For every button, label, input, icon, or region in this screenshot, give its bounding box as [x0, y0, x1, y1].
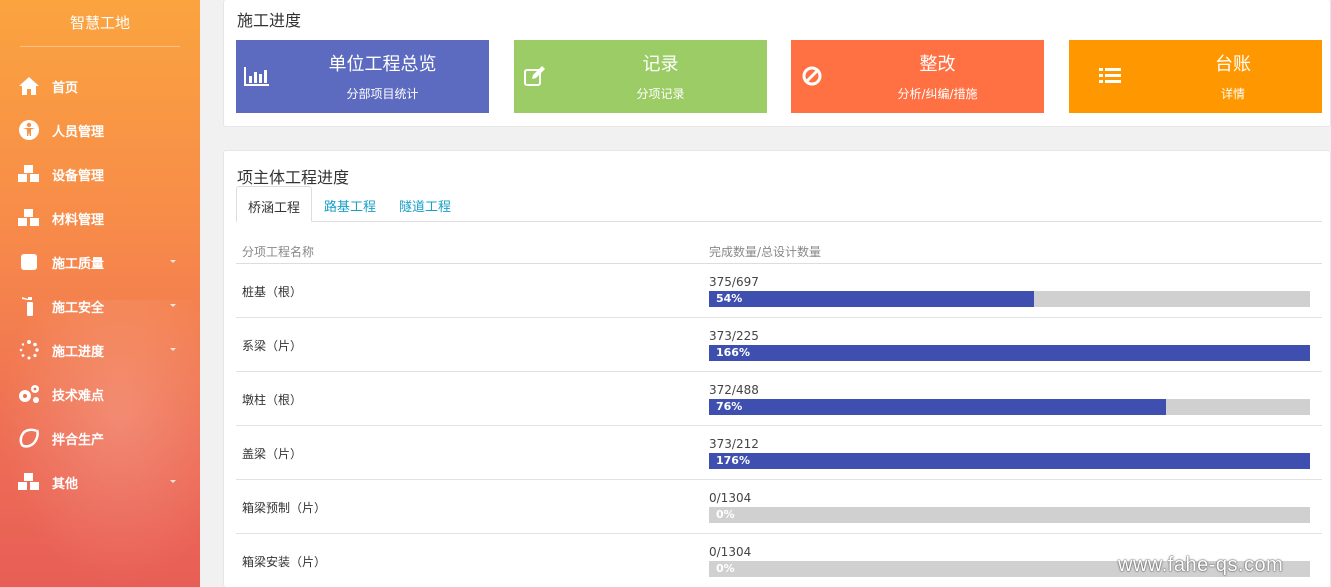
progress-percent-label: 54%	[716, 292, 743, 305]
progress-bar: 54%	[709, 291, 1310, 307]
sidebar-item-label: 拌合生产	[52, 432, 105, 448]
tab-subgrade[interactable]: 路基工程	[324, 186, 376, 222]
card-ledger[interactable]: 台账 详情	[1069, 40, 1322, 113]
sidebar-item-label: 施工质量	[52, 256, 105, 272]
sidebar-item-label: 设备管理	[52, 168, 105, 184]
card-title: 整改	[919, 54, 956, 75]
sidebar-menu: 首页 人员管理 设备管理 材料管理 施工质量 施工安全 施工进度 技术难点 拌合…	[0, 64, 200, 504]
sidebar-item-home[interactable]: 首页	[0, 64, 200, 108]
table-row: 箱梁预制（片） 0/1304 0%	[236, 480, 1322, 534]
list-icon	[1097, 64, 1123, 88]
sidebar-item-label: 施工进度	[52, 344, 105, 360]
chevron-down-icon	[170, 260, 176, 263]
tab-bridge-culvert[interactable]: 桥涵工程	[236, 186, 313, 222]
chevron-down-icon	[170, 348, 176, 351]
progress-fill	[709, 453, 1310, 469]
bar-chart-icon	[244, 64, 270, 88]
fire-extinguisher-icon	[16, 295, 42, 317]
progress-percent-label: 166%	[716, 346, 750, 359]
sidebar-item-quality[interactable]: 施工质量	[0, 240, 200, 284]
sidebar-item-mixing[interactable]: 拌合生产	[0, 416, 200, 460]
item-count: 0/1304	[709, 491, 752, 505]
person-circle-icon	[16, 119, 42, 141]
progress-bar: 76%	[709, 399, 1310, 415]
card-subtitle: 详情	[1220, 87, 1245, 101]
cubes-icon	[16, 471, 42, 493]
progress-fill	[709, 345, 1310, 361]
item-name: 盖梁（片）	[242, 447, 303, 461]
card-records[interactable]: 记录 分项记录	[514, 40, 767, 113]
card-title: 单位工程总览	[328, 54, 437, 75]
sidebar-item-label: 首页	[52, 80, 79, 96]
sidebar-item-label: 人员管理	[52, 124, 105, 140]
table-header: 分项工程名称 完成数量/总设计数量	[236, 235, 1322, 264]
item-name: 箱梁安装（片）	[242, 555, 327, 569]
progress-percent-label: 76%	[716, 400, 743, 413]
item-count: 373/212	[709, 437, 759, 451]
sidebar-item-progress[interactable]: 施工进度	[0, 328, 200, 372]
swirl-icon	[16, 427, 42, 449]
sidebar-item-label: 材料管理	[52, 212, 105, 228]
tab-tunnel[interactable]: 隧道工程	[399, 186, 451, 222]
item-name: 桩基（根）	[242, 285, 303, 299]
card-subtitle: 分项记录	[636, 87, 685, 101]
table-row: 盖梁（片） 373/212 176%	[236, 426, 1322, 480]
progress-percent-label: 0%	[716, 508, 735, 521]
sidebar-item-label: 施工安全	[52, 300, 105, 316]
table-row: 墩柱（根） 372/488 76%	[236, 372, 1322, 426]
brand-divider	[20, 46, 180, 47]
card-title: 台账	[1215, 54, 1251, 75]
chevron-down-icon	[170, 480, 176, 483]
progress-table-body: 桩基（根） 375/697 54% 系梁（片） 373/225 166% 墩柱（根） 372/…	[236, 264, 1322, 587]
spinner-icon	[16, 339, 42, 361]
sidebar: 智慧工地 首页 人员管理 设备管理 材料管理 施工质量 施工安全 施工进度 技术…	[0, 0, 200, 587]
item-count: 372/488	[709, 383, 759, 397]
brand-title: 智慧工地	[69, 14, 130, 32]
item-name: 墩柱（根）	[242, 393, 303, 407]
item-name: 系梁（片）	[242, 339, 303, 353]
card-subtitle: 分析/纠编/措施	[897, 87, 978, 101]
cubes-icon	[16, 163, 42, 185]
table-row: 系梁（片） 373/225 166%	[236, 318, 1322, 372]
sidebar-item-other[interactable]: 其他	[0, 460, 200, 504]
home-icon	[16, 75, 42, 97]
card-rectification[interactable]: 整改 分析/纠编/措施	[791, 40, 1044, 113]
panel-title: 施工进度	[237, 11, 302, 30]
progress-bar: 166%	[709, 345, 1310, 361]
progress-bar: 0%	[709, 507, 1310, 523]
ban-icon	[799, 64, 825, 88]
cubes-icon	[16, 207, 42, 229]
sidebar-item-label: 技术难点	[52, 388, 105, 404]
progress-fill	[709, 291, 1034, 307]
sidebar-item-materials[interactable]: 材料管理	[0, 196, 200, 240]
main-progress-panel: 项主体工程进度 桥涵工程 路基工程 隧道工程 分项工程名称 完成数量/总设计数量…	[223, 150, 1331, 587]
sidebar-item-label: 其他	[52, 476, 79, 492]
sidebar-item-equipment[interactable]: 设备管理	[0, 152, 200, 196]
card-title: 记录	[642, 54, 679, 75]
item-count: 373/225	[709, 329, 759, 343]
panel-title: 项主体工程进度	[237, 168, 350, 187]
sidebar-item-personnel[interactable]: 人员管理	[0, 108, 200, 152]
column-header-progress: 完成数量/总设计数量	[709, 245, 822, 259]
item-count: 0/1304	[709, 545, 752, 559]
square-icon	[16, 251, 42, 273]
progress-panel: 施工进度 单位工程总览 分部项目统计 记录 分项记录 整改 分析/纠编/措施 台…	[223, 0, 1331, 127]
sidebar-item-technical[interactable]: 技术难点	[0, 372, 200, 416]
sidebar-item-safety[interactable]: 施工安全	[0, 284, 200, 328]
watermark: www.fahe-qs.com	[1118, 554, 1284, 576]
card-unit-overview[interactable]: 单位工程总览 分部项目统计	[236, 40, 489, 113]
project-tabs: 桥涵工程 路基工程 隧道工程	[236, 186, 1322, 222]
progress-percent-label: 176%	[716, 454, 750, 467]
column-header-name: 分项工程名称	[242, 245, 315, 259]
edit-icon	[522, 64, 548, 88]
progress-percent-label: 0%	[716, 562, 735, 575]
progress-bar: 176%	[709, 453, 1310, 469]
progress-fill	[709, 399, 1166, 415]
item-name: 箱梁预制（片）	[242, 501, 327, 515]
card-subtitle: 分部项目统计	[346, 87, 419, 101]
table-row: 桩基（根） 375/697 54%	[236, 264, 1322, 318]
chevron-down-icon	[170, 304, 176, 307]
gears-icon	[16, 383, 42, 405]
item-count: 375/697	[709, 275, 759, 289]
